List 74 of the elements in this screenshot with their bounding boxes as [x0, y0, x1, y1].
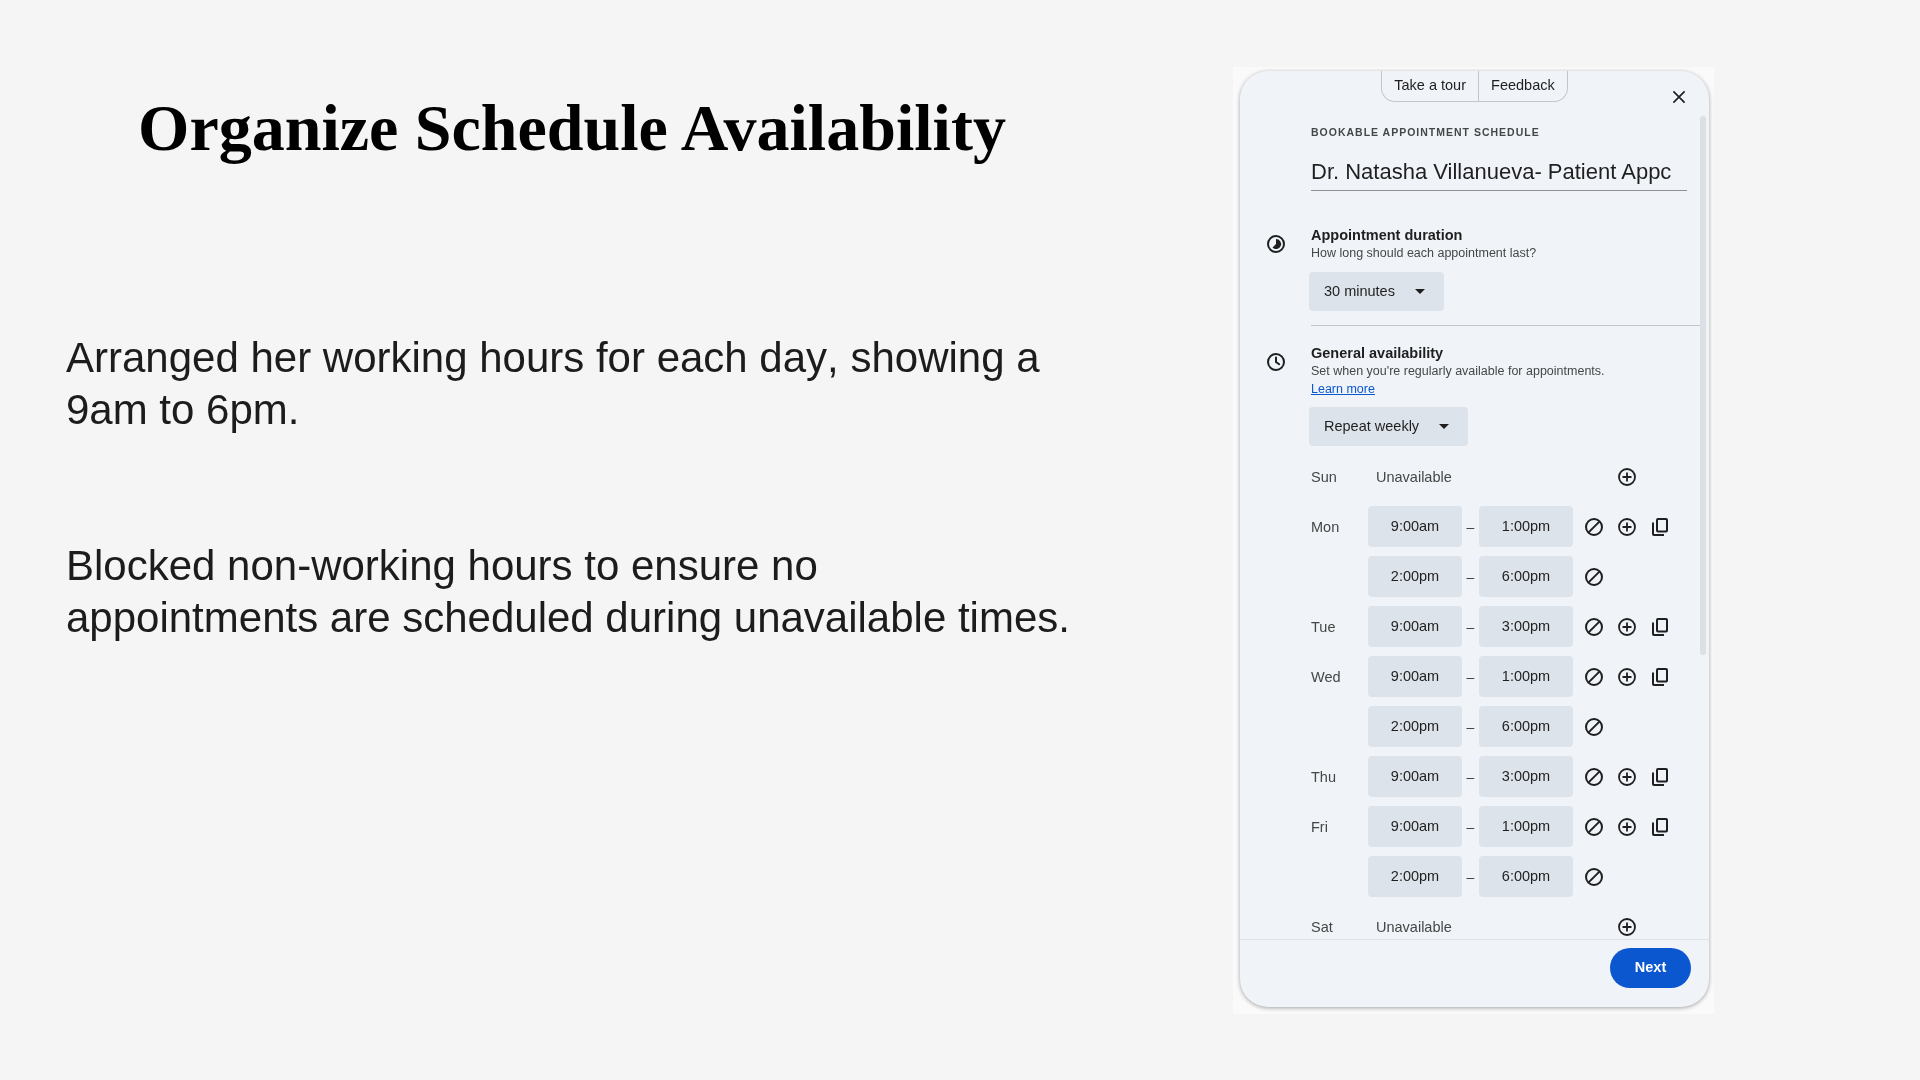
time-field[interactable]: 3:00pm — [1479, 756, 1573, 797]
day-label: Mon — [1311, 518, 1340, 535]
dash-separator: – — [1466, 668, 1475, 685]
time-field[interactable]: 2:00pm — [1368, 556, 1462, 597]
time-field[interactable]: 9:00am — [1368, 656, 1462, 697]
block-icon[interactable] — [1584, 566, 1604, 587]
unavailable-label: Unavailable — [1376, 918, 1452, 935]
time-field[interactable]: 6:00pm — [1479, 556, 1573, 597]
close-icon[interactable] — [1672, 90, 1686, 104]
slide-title: Organize Schedule Availability — [137, 90, 1007, 166]
add-icon[interactable] — [1617, 616, 1637, 637]
unavailable-label: Unavailable — [1376, 468, 1452, 485]
section-title: General availability — [1311, 344, 1445, 362]
block-icon[interactable] — [1584, 666, 1604, 687]
title-field[interactable]: Dr. Natasha Villanueva- Patient Appc — [1311, 157, 1687, 191]
caret-icon — [1439, 424, 1450, 429]
section-description: How long should each appointment last? — [1311, 245, 1538, 262]
add-icon[interactable] — [1617, 516, 1637, 537]
caret-icon — [1414, 289, 1425, 294]
block-icon[interactable] — [1584, 516, 1604, 537]
dash-separator: – — [1466, 718, 1475, 735]
time-field[interactable]: 1:00pm — [1479, 656, 1573, 697]
clock-icon — [1266, 352, 1286, 372]
schedule-type-label: BOOKABLE APPOINTMENT SCHEDULE — [1311, 125, 1540, 139]
day-label: Tue — [1311, 618, 1336, 635]
header-button[interactable]: Take a tour — [1382, 71, 1479, 101]
dash-separator: – — [1466, 818, 1475, 835]
learn-more-link[interactable]: Learn more — [1311, 382, 1375, 396]
day-label: Wed — [1311, 668, 1341, 685]
copy-icon[interactable] — [1650, 616, 1670, 637]
body-paragraph: Arranged her working hours for each day, showing a 9am to 6pm. — [66, 333, 1041, 435]
time-field[interactable]: 1:00pm — [1479, 806, 1573, 847]
time-field[interactable]: 3:00pm — [1479, 606, 1573, 647]
next-button[interactable]: Next — [1610, 948, 1691, 988]
section-title: Appointment duration — [1311, 226, 1464, 244]
time-field[interactable]: 1:00pm — [1479, 506, 1573, 547]
dash-separator: – — [1466, 568, 1475, 585]
day-label: Thu — [1311, 768, 1336, 785]
dropdown-button[interactable]: Repeat weekly — [1309, 407, 1469, 446]
time-field[interactable]: 9:00am — [1368, 806, 1462, 847]
block-icon[interactable] — [1584, 716, 1604, 737]
block-icon[interactable] — [1584, 766, 1604, 787]
pie-circle-icon — [1266, 234, 1286, 254]
block-icon[interactable] — [1584, 866, 1604, 887]
time-field[interactable]: 9:00am — [1368, 606, 1462, 647]
header-button[interactable]: Feedback — [1478, 71, 1567, 101]
copy-icon[interactable] — [1650, 816, 1670, 837]
dash-separator: – — [1466, 768, 1475, 785]
copy-icon[interactable] — [1650, 666, 1670, 687]
time-field[interactable]: 9:00am — [1368, 756, 1462, 797]
copy-icon[interactable] — [1650, 516, 1670, 537]
dash-separator: – — [1466, 518, 1475, 535]
dash-separator: – — [1466, 868, 1475, 885]
day-label: Sun — [1311, 468, 1337, 485]
add-icon[interactable] — [1617, 766, 1637, 787]
time-field[interactable]: 6:00pm — [1479, 706, 1573, 747]
block-icon[interactable] — [1584, 616, 1604, 637]
time-field[interactable]: 2:00pm — [1368, 856, 1462, 897]
section-description: Set when you're regularly available for appointments. Learn more — [1311, 363, 1606, 398]
time-field[interactable]: 9:00am — [1368, 506, 1462, 547]
block-icon[interactable] — [1584, 816, 1604, 837]
time-field[interactable]: 2:00pm — [1368, 706, 1462, 747]
copy-icon[interactable] — [1650, 766, 1670, 787]
dropdown-button[interactable]: 30 minutes — [1309, 272, 1444, 311]
add-icon[interactable] — [1617, 666, 1637, 687]
day-label: Sat — [1311, 918, 1333, 935]
add-icon[interactable] — [1617, 466, 1637, 487]
scrollbar-thumb[interactable] — [1700, 116, 1706, 655]
time-field[interactable]: 6:00pm — [1479, 856, 1573, 897]
add-icon[interactable] — [1617, 916, 1637, 937]
add-icon[interactable] — [1617, 816, 1637, 837]
day-label: Fri — [1311, 818, 1328, 835]
dash-separator: – — [1466, 618, 1475, 635]
body-paragraph: Blocked non-working hours to ensure no appointments are scheduled during unavailable times. — [66, 541, 1071, 643]
